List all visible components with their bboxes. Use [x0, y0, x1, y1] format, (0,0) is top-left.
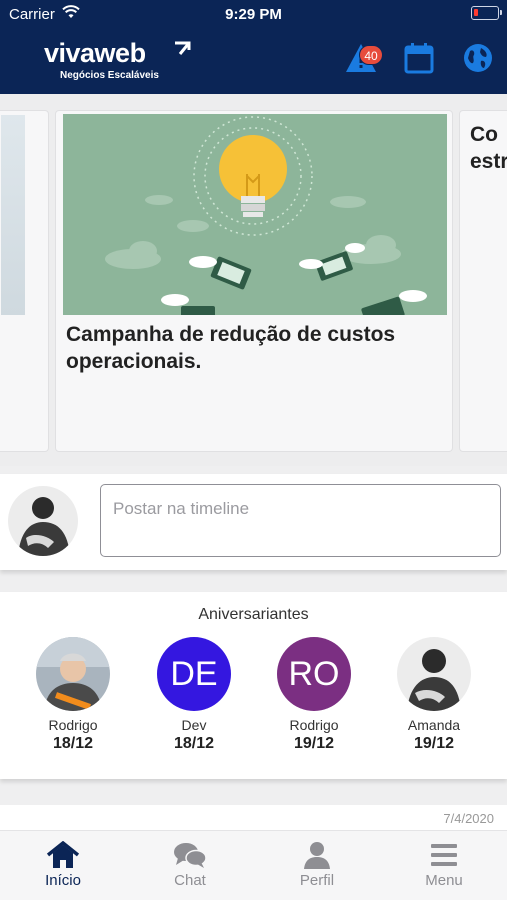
avatar [36, 637, 110, 711]
logo-tagline: Negócios Escaláveis [60, 70, 159, 81]
birthday-person[interactable]: Amanda 19/12 [379, 637, 489, 753]
calendar-icon[interactable] [404, 42, 434, 79]
card-title: Campanha de redução de custos operaciona… [66, 323, 396, 373]
tab-label: Perfil [299, 872, 335, 889]
globe-icon[interactable] [462, 42, 494, 79]
battery-icon [471, 6, 502, 20]
avatar: RO [277, 637, 351, 711]
tab-label: Início [45, 872, 81, 889]
tab-chat[interactable]: Chat [127, 831, 253, 900]
avatar: DE [157, 637, 231, 711]
menu-icon [431, 844, 457, 866]
birthday-name: Amanda [407, 717, 461, 733]
home-icon [46, 841, 80, 868]
birthday-person[interactable]: RO Rodrigo 19/12 [259, 637, 369, 753]
birthday-date: 19/12 [293, 735, 335, 752]
app-header: Carrier 9:29 PM vivaweb Negócios Escaláv… [0, 0, 507, 94]
birthday-person[interactable]: Rodrigo 18/12 [18, 637, 128, 753]
avatar[interactable] [8, 486, 78, 556]
clock: 9:29 PM [225, 6, 282, 23]
timeline-post-input[interactable]: Postar na timeline [100, 484, 501, 557]
birthday-date: 18/12 [52, 735, 94, 752]
tab-perfil[interactable]: Perfil [254, 831, 380, 900]
tab-label: Chat [174, 872, 206, 889]
carousel-card-next[interactable]: Co estr [459, 110, 507, 452]
birthday-name: Dev [181, 717, 207, 733]
birthday-person[interactable]: DE Dev 18/12 [139, 637, 249, 753]
card-title: Co estr [470, 123, 507, 173]
birthdays-panel: Aniversariantes Rodrigo 18/12 DE Dev 18/… [0, 592, 507, 779]
carousel-card[interactable]: Campanha de redução de custos operaciona… [55, 110, 453, 452]
birthdays-title: Aniversariantes [198, 606, 309, 623]
birthday-date: 19/12 [413, 735, 455, 752]
card-image [1, 115, 25, 315]
news-carousel[interactable]: Campanha de redução de custos operaciona… [0, 94, 507, 466]
tab-menu[interactable]: Menu [381, 831, 507, 900]
avatar [397, 637, 471, 711]
birthday-name: Rodrigo [289, 717, 339, 733]
chat-icon [174, 843, 207, 868]
profile-icon [304, 842, 330, 869]
vivaweb-logo: vivaweb Negócios Escaláveis [44, 38, 204, 84]
status-bar: Carrier 9:29 PM [0, 0, 507, 28]
tab-inicio[interactable]: Início [0, 831, 126, 900]
alert-badge: 40 [359, 45, 383, 65]
tab-bar: Início Chat Perfil Menu [0, 830, 507, 900]
carousel-card-previous[interactable] [0, 110, 49, 452]
tab-label: Menu [425, 872, 463, 889]
birthday-date: 18/12 [173, 735, 215, 752]
logo-mark-icon [172, 40, 192, 65]
post-composer: Postar na timeline [0, 474, 507, 570]
post-date: 7/4/2020 [443, 811, 494, 826]
birthday-name: Rodrigo [48, 717, 98, 733]
logo-text: vivaweb [44, 38, 146, 68]
card-image [63, 114, 447, 315]
